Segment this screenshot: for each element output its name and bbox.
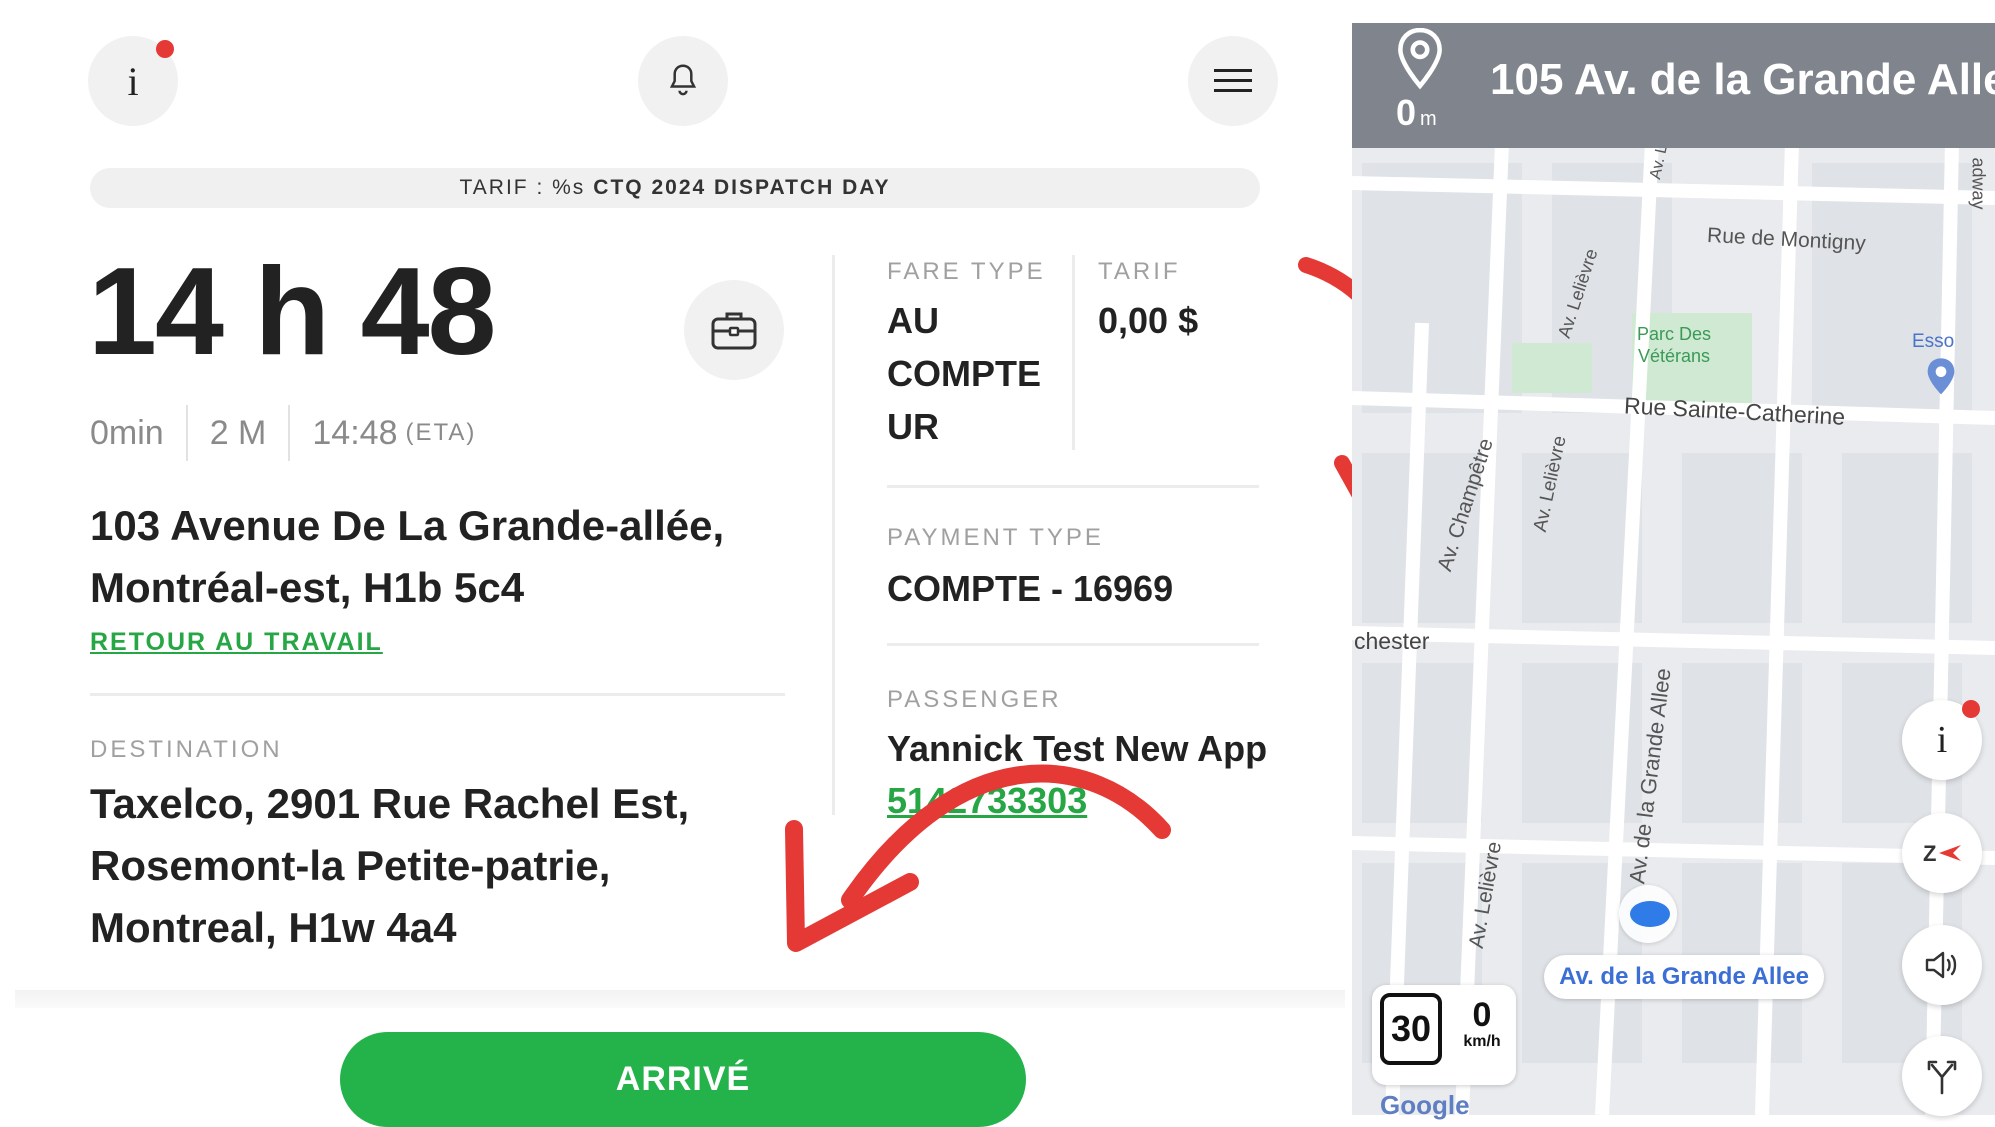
distance-unit: m	[1420, 108, 1437, 130]
eta-label: (ETA)	[405, 419, 477, 446]
current-location-dot	[1630, 901, 1670, 927]
notifications-button[interactable]	[638, 36, 728, 126]
google-logo: Google	[1380, 1090, 1470, 1120]
compass-north-icon: Z	[1923, 841, 1961, 866]
info-icon: i	[127, 58, 139, 104]
park-line2: Vétérans	[1637, 346, 1711, 366]
speed-limit-sign: 30	[1380, 993, 1442, 1065]
divider	[185, 405, 188, 461]
route-fork-icon	[1927, 1060, 1957, 1095]
menu-button[interactable]	[1188, 36, 1278, 126]
notification-dot	[1962, 700, 1980, 718]
arrive-button[interactable]: ARRIVÉ	[340, 1032, 1026, 1127]
current-street-chip: Av. de la Grande Allee	[1544, 955, 1824, 999]
tarif-label: TARIF	[1098, 258, 1181, 285]
speaker-icon	[1925, 951, 1957, 979]
hamburger-menu-icon	[1214, 69, 1252, 92]
current-speed: 0 km/h	[1456, 997, 1508, 1051]
divider	[887, 643, 1259, 646]
passenger-label: PASSENGER	[887, 686, 1062, 713]
tarif-prefix: TARIF : %s	[459, 176, 586, 199]
divider	[887, 485, 1259, 488]
svg-text:Z: Z	[1923, 841, 1936, 866]
pickup-address-line2: Montréal-est, H1b 5c4	[90, 564, 525, 611]
bottom-separator	[15, 990, 1345, 1008]
destination-address: Taxelco, 2901 Rue Rachel Est, Rosemont-l…	[90, 773, 689, 959]
fare-type-line1: AU	[887, 300, 939, 341]
fare-type-value: AU COMPTE UR	[887, 294, 1041, 453]
distance-to-turn: 0m	[1396, 92, 1437, 134]
destination-line3: Montreal, H1w 4a4	[90, 904, 457, 951]
map-label-street: chester	[1354, 628, 1430, 654]
pickup-time: 14 h 48	[88, 243, 496, 381]
location-pin-icon	[1398, 28, 1442, 90]
pickup-address-line1: 103 Avenue De La Grande-allée,	[90, 502, 725, 549]
tarif-banner: TARIF : %s CTQ 2024 DISPATCH DAY	[90, 168, 1260, 208]
trip-duration: 0min	[90, 413, 164, 452]
next-street-name: 105 Av. de la Grande Allee	[1490, 55, 1995, 104]
fare-type-line2: COMPTE	[887, 353, 1042, 394]
info-icon: i	[1936, 719, 1948, 761]
tarif-value: 0,00 $	[1098, 300, 1199, 341]
divider	[1072, 255, 1075, 450]
speed-widget: 30 0 km/h	[1372, 985, 1516, 1085]
map-label-street: adway	[1968, 157, 1989, 210]
pickup-note-link[interactable]: RETOUR AU TRAVAIL	[90, 628, 383, 657]
destination-line1: Taxelco, 2901 Rue Rachel Est,	[90, 780, 690, 827]
tarif-name: CTQ 2024 DISPATCH DAY	[593, 176, 891, 199]
map-label-poi: Esso	[1912, 331, 1955, 352]
distance-value: 0	[1396, 92, 1417, 133]
destination-line2: Rosemont-la Petite-patrie,	[90, 842, 611, 889]
park-line1: Parc Des	[1637, 324, 1712, 344]
fare-type-label: FARE TYPE	[887, 258, 1046, 285]
eta-time: 14:48	[312, 413, 398, 452]
destination-label: DESTINATION	[90, 736, 283, 763]
gas-station-pin-icon	[1927, 358, 1955, 395]
divider	[90, 693, 785, 696]
sound-button[interactable]	[1902, 925, 1982, 1005]
map-label-park: Parc Des Vétérans	[1637, 323, 1711, 367]
trip-stats: 0min 2 M 14:48 (ETA)	[90, 405, 477, 461]
payment-type-value: COMPTE - 16969	[887, 568, 1174, 609]
notification-dot	[156, 40, 174, 58]
bell-icon	[669, 64, 697, 96]
trip-distance: 2 M	[209, 413, 267, 452]
annotation-arrow-red	[785, 764, 1171, 952]
fare-type-line3: UR	[887, 406, 939, 447]
route-overview-button[interactable]	[1902, 1036, 1982, 1116]
payment-type-label: PAYMENT TYPE	[887, 524, 1104, 551]
speed-limit-value: 30	[1390, 1008, 1432, 1049]
compass-button[interactable]: Z	[1902, 813, 1982, 893]
divider	[288, 405, 291, 461]
current-speed-unit: km/h	[1463, 1033, 1501, 1050]
current-speed-value: 0	[1472, 996, 1492, 1034]
pickup-address: 103 Avenue De La Grande-allée, Montréal-…	[90, 495, 724, 619]
column-divider	[832, 255, 835, 815]
navigation-map[interactable]: Rue de Montigny Parc Des Vétérans Esso R…	[1352, 23, 1995, 1115]
briefcase-icon	[711, 312, 757, 350]
briefcase-button[interactable]	[684, 280, 784, 380]
